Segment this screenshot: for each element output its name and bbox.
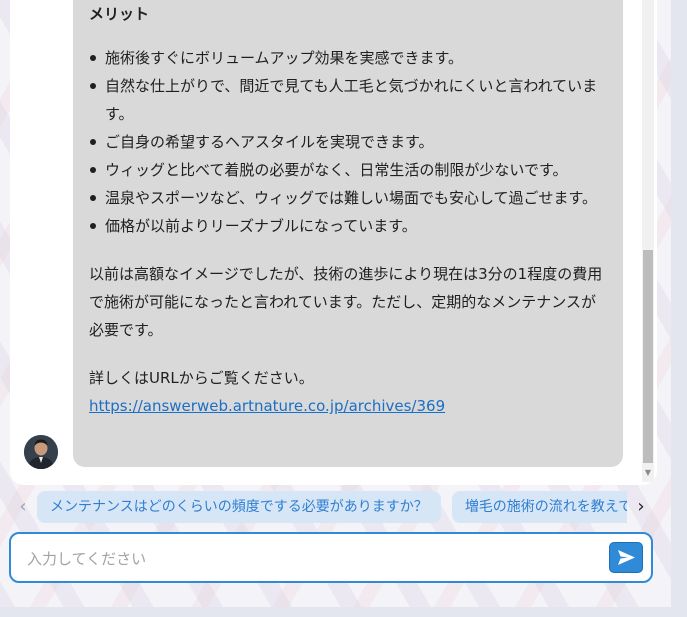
footer-strip [0, 607, 687, 617]
suggestion-chip[interactable]: 増毛の施術の流れを教えて [451, 491, 627, 523]
list-item: 温泉やスポーツなど、ウィッグでは難しい場面でも安心して過ごせます。 [89, 184, 609, 212]
window-edge [671, 0, 687, 617]
list-item: ウィッグと比べて着脱の必要がなく、日常生活の制限が少ないです。 [89, 156, 609, 184]
message-input[interactable] [25, 534, 589, 583]
list-item: 価格が以前よりリーズナブルになっています。 [89, 212, 609, 240]
message-paragraph: 以前は高額なイメージでしたが、技術の進歩により現在は3分の1程度の費用で施術が可… [89, 265, 603, 339]
list-item: 施術後すぐにボリュームアップ効果を実感できます。 [89, 44, 609, 72]
suggestion-chips: メンテナンスはどのくらいの頻度でする必要がありますか？ 増毛の施術の流れを教えて [37, 491, 627, 523]
assistant-message-bubble: メリット 施術後すぐにボリュームアップ効果を実感できます。 自然な仕上がりで、間… [73, 0, 623, 467]
merit-list: 施術後すぐにボリュームアップ効果を実感できます。 自然な仕上がりで、間近で見ても… [89, 44, 609, 240]
chevron-right-icon[interactable]: › [632, 494, 650, 520]
list-item: ご自身の希望するヘアスタイルを実現できます。 [89, 128, 609, 156]
send-icon [618, 550, 635, 565]
suggestion-chip[interactable]: メンテナンスはどのくらいの頻度でする必要がありますか？ [37, 491, 441, 523]
url-intro: 詳しくはURLからご覧ください。 [89, 369, 314, 387]
scrollbar-thumb[interactable] [643, 250, 653, 463]
scroll-down-arrow-icon[interactable]: ▼ [643, 467, 653, 479]
send-button[interactable] [609, 542, 643, 573]
message-content: メリット 施術後すぐにボリュームアップ効果を実感できます。 自然な仕上がりで、間… [89, 0, 609, 420]
url-block: 詳しくはURLからご覧ください。 https://answerweb.artna… [89, 364, 609, 420]
chevron-left-icon[interactable]: ‹ [14, 494, 32, 520]
list-item: 自然な仕上がりで、間近で見ても人工毛と気づかれにくいと言われています。 [89, 72, 609, 128]
message-heading: メリット [89, 5, 150, 23]
message-input-box [9, 532, 653, 583]
assistant-avatar [24, 435, 58, 469]
reference-link[interactable]: https://answerweb.artnature.co.jp/archiv… [89, 392, 609, 420]
